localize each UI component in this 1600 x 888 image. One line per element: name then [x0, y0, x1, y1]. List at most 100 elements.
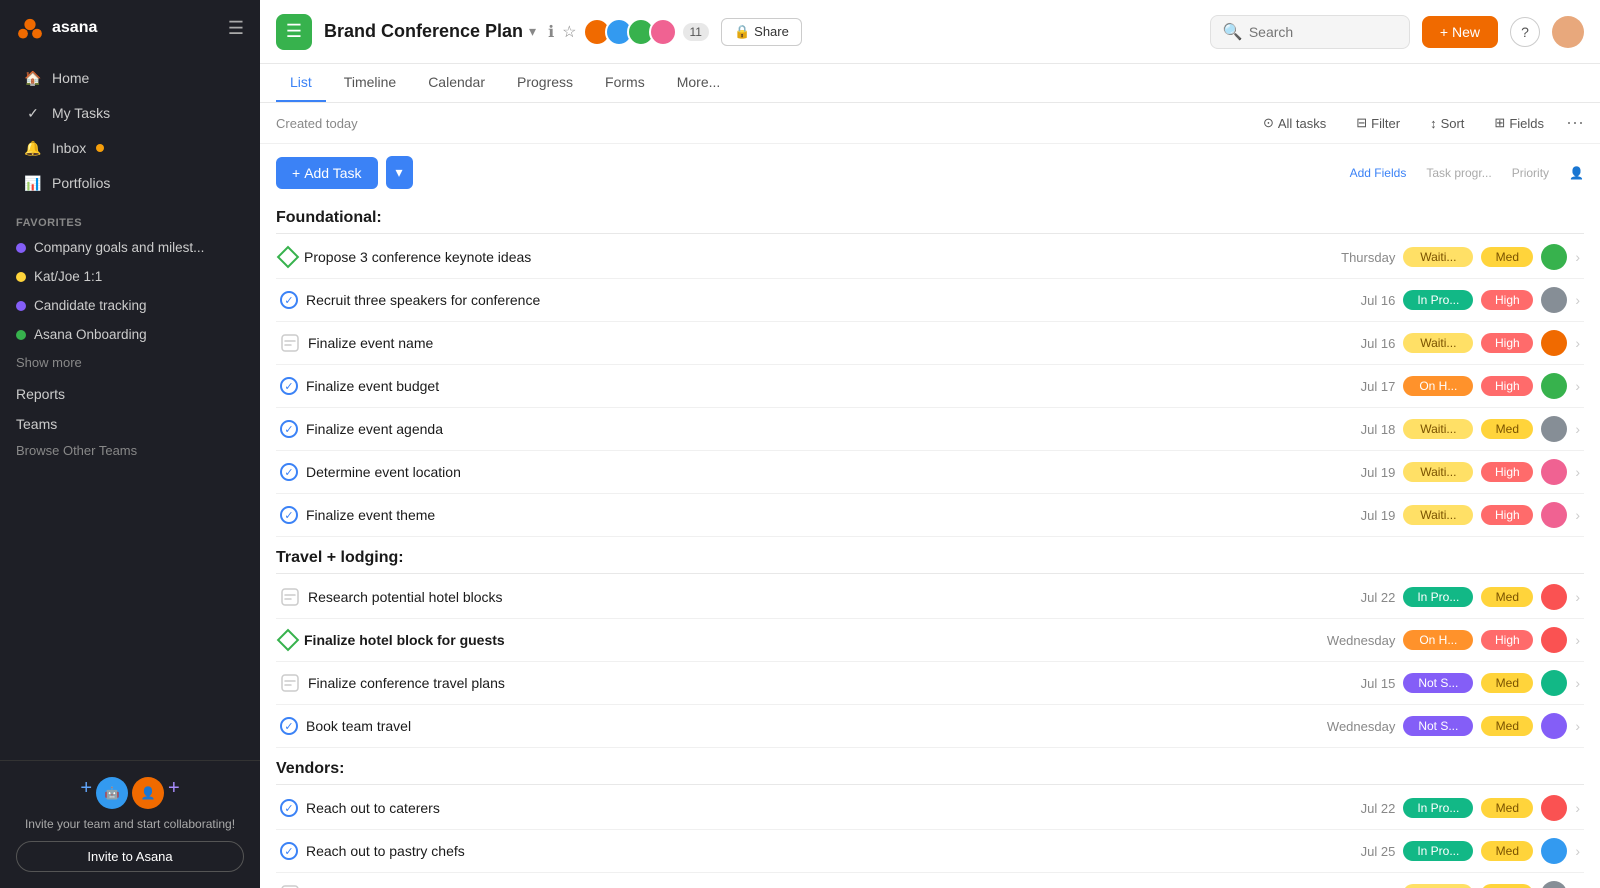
add-task-button[interactable]: + Add Task — [276, 157, 378, 189]
priority-badge[interactable]: High — [1481, 505, 1533, 525]
task-subtask-icon[interactable] — [280, 674, 300, 692]
status-badge[interactable]: On H... — [1403, 376, 1473, 396]
sidebar-teams[interactable]: Teams — [0, 406, 260, 436]
info-icon[interactable]: ℹ — [548, 22, 554, 42]
task-check-icon[interactable] — [280, 463, 298, 481]
task-row[interactable]: Finalize conference travel plansJul 15No… — [276, 662, 1584, 705]
task-expand-icon[interactable]: › — [1575, 675, 1580, 691]
priority-badge[interactable]: High — [1481, 630, 1533, 650]
task-progress-header[interactable]: Task progr... — [1426, 166, 1491, 180]
tab-more[interactable]: More... — [663, 64, 735, 102]
sidebar-reports[interactable]: Reports — [0, 376, 260, 406]
priority-badge[interactable]: Med — [1481, 884, 1533, 888]
add-task-dropdown-button[interactable]: ▾ — [386, 156, 413, 189]
status-badge[interactable]: In Pro... — [1403, 841, 1473, 861]
asana-logo[interactable]: asana — [16, 14, 97, 42]
status-badge[interactable]: On H... — [1403, 630, 1473, 650]
task-expand-icon[interactable]: › — [1575, 507, 1580, 523]
new-button[interactable]: + New — [1422, 16, 1498, 48]
task-check-icon[interactable] — [280, 506, 298, 524]
project-title-chevron-icon[interactable]: ▾ — [529, 23, 536, 40]
task-check-icon[interactable] — [280, 799, 298, 817]
task-row[interactable]: Finalize event themeJul 19Waiti...High› — [276, 494, 1584, 537]
tab-forms[interactable]: Forms — [591, 64, 659, 102]
task-row[interactable]: Finalize event nameJul 16Waiti...High› — [276, 322, 1584, 365]
task-diamond-icon[interactable] — [277, 246, 300, 269]
add-fields-button[interactable]: Add Fields — [1350, 166, 1407, 180]
sidebar-item-inbox[interactable]: 🔔 Inbox — [8, 131, 252, 165]
priority-badge[interactable]: High — [1481, 333, 1533, 353]
sidebar-item-company-goals[interactable]: Company goals and milest... — [0, 234, 260, 261]
priority-badge[interactable]: Med — [1481, 247, 1533, 267]
task-expand-icon[interactable]: › — [1575, 843, 1580, 859]
priority-badge[interactable]: Med — [1481, 587, 1533, 607]
sidebar-item-home[interactable]: 🏠 Home — [8, 61, 252, 95]
task-row[interactable]: Recruit three speakers for conferenceJul… — [276, 279, 1584, 322]
task-expand-icon[interactable]: › — [1575, 632, 1580, 648]
status-badge[interactable]: In Pro... — [1403, 587, 1473, 607]
task-row[interactable]: Reach out to caterersJul 22In Pro...Med› — [276, 787, 1584, 830]
priority-badge[interactable]: High — [1481, 290, 1533, 310]
search-box[interactable]: 🔍 — [1210, 15, 1410, 49]
sort-button[interactable]: ↕ Sort — [1422, 112, 1472, 135]
task-expand-icon[interactable]: › — [1575, 421, 1580, 437]
priority-header[interactable]: Priority — [1512, 166, 1549, 180]
task-subtask-icon[interactable] — [280, 334, 300, 352]
more-options-button[interactable]: ⋯ — [1566, 113, 1584, 134]
star-icon[interactable]: ☆ — [562, 22, 576, 42]
search-input[interactable] — [1249, 24, 1379, 40]
filter-button[interactable]: ⊟ Filter — [1348, 111, 1408, 135]
status-badge[interactable]: Waiti... — [1403, 884, 1473, 888]
task-row[interactable]: Research potential hotel blocksJul 22In … — [276, 576, 1584, 619]
task-diamond-icon[interactable] — [277, 629, 300, 652]
tab-timeline[interactable]: Timeline — [330, 64, 410, 102]
sidebar-item-kat-joe[interactable]: Kat/Joe 1:1 — [0, 263, 260, 290]
task-expand-icon[interactable]: › — [1575, 378, 1580, 394]
priority-badge[interactable]: Med — [1481, 419, 1533, 439]
task-expand-icon[interactable]: › — [1575, 464, 1580, 480]
sidebar-browse-other-teams[interactable]: Browse Other Teams — [0, 437, 260, 464]
task-check-icon[interactable] — [280, 842, 298, 860]
assignee-header[interactable]: 👤 — [1569, 166, 1584, 180]
task-check-icon[interactable] — [280, 420, 298, 438]
task-row[interactable]: Book team travelWednesdayNot S...Med› — [276, 705, 1584, 748]
help-button[interactable]: ? — [1510, 17, 1540, 47]
invite-to-asana-button[interactable]: Invite to Asana — [16, 841, 244, 872]
tab-calendar[interactable]: Calendar — [414, 64, 499, 102]
task-row[interactable]: Finalize hotel block for guestsWednesday… — [276, 619, 1584, 662]
task-subtask-icon[interactable] — [280, 588, 300, 606]
tab-list[interactable]: List — [276, 64, 326, 102]
user-avatar[interactable] — [1552, 16, 1584, 48]
tab-progress[interactable]: Progress — [503, 64, 587, 102]
show-more-button[interactable]: Show more — [0, 349, 260, 376]
task-row[interactable]: Finalize event agendaJul 18Waiti...Med› — [276, 408, 1584, 451]
priority-badge[interactable]: Med — [1481, 841, 1533, 861]
status-badge[interactable]: Waiti... — [1403, 247, 1473, 267]
status-badge[interactable]: In Pro... — [1403, 798, 1473, 818]
share-button[interactable]: 🔒 Share — [721, 18, 802, 46]
priority-badge[interactable]: Med — [1481, 798, 1533, 818]
sidebar-item-portfolios[interactable]: 📊 Portfolios — [8, 166, 252, 200]
sidebar-item-my-tasks[interactable]: ✓ My Tasks — [8, 96, 252, 130]
sidebar-item-asana-onboarding[interactable]: Asana Onboarding — [0, 321, 260, 348]
task-expand-icon[interactable]: › — [1575, 249, 1580, 265]
task-expand-icon[interactable]: › — [1575, 589, 1580, 605]
task-check-icon[interactable] — [280, 717, 298, 735]
task-expand-icon[interactable]: › — [1575, 335, 1580, 351]
task-expand-icon[interactable]: › — [1575, 718, 1580, 734]
task-check-icon[interactable] — [280, 291, 298, 309]
status-badge[interactable]: Waiti... — [1403, 505, 1473, 525]
status-badge[interactable]: Waiti... — [1403, 333, 1473, 353]
status-badge[interactable]: Not S... — [1403, 716, 1473, 736]
priority-badge[interactable]: High — [1481, 462, 1533, 482]
status-badge[interactable]: Waiti... — [1403, 462, 1473, 482]
status-badge[interactable]: Not S... — [1403, 673, 1473, 693]
task-expand-icon[interactable]: › — [1575, 292, 1580, 308]
task-row[interactable]: Propose 3 conference keynote ideasThursd… — [276, 236, 1584, 279]
fields-button[interactable]: ⊞ Fields — [1486, 111, 1552, 135]
task-row[interactable]: Collect catering proposalsJul 26Waiti...… — [276, 873, 1584, 888]
task-check-icon[interactable] — [280, 377, 298, 395]
status-badge[interactable]: Waiti... — [1403, 419, 1473, 439]
task-expand-icon[interactable]: › — [1575, 800, 1580, 816]
priority-badge[interactable]: Med — [1481, 716, 1533, 736]
